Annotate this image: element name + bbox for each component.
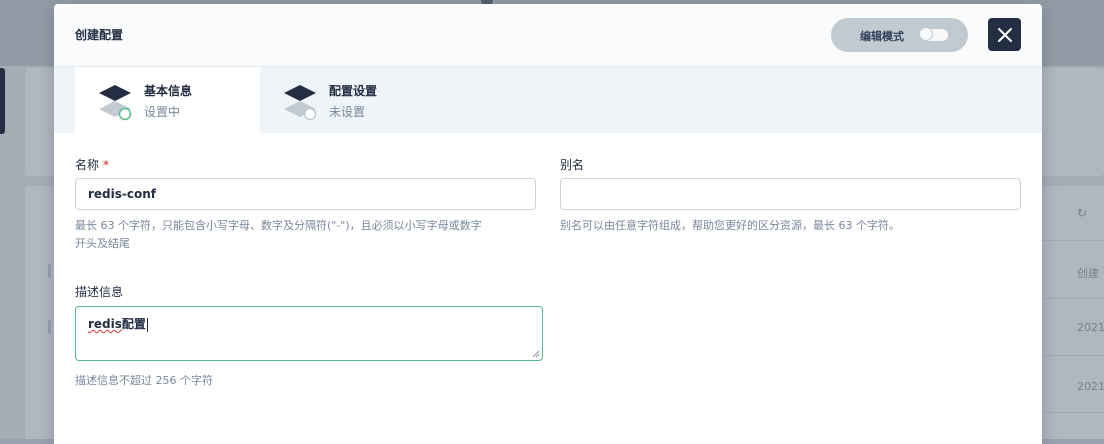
toggle-knob bbox=[919, 27, 933, 41]
steps-bar: 基本信息 设置中 配置设置 未设置 bbox=[54, 67, 1042, 133]
name-label: 名称 * bbox=[75, 158, 110, 172]
name-input[interactable]: redis-conf bbox=[75, 178, 536, 210]
step-basic-info[interactable]: 基本信息 设置中 bbox=[75, 67, 260, 133]
background-column-header: 创建 bbox=[1077, 267, 1099, 280]
background-nav-indicator bbox=[0, 68, 5, 134]
description-textarea[interactable]: redis配置 bbox=[75, 306, 543, 361]
resize-handle-icon[interactable] bbox=[531, 349, 540, 358]
step-status: 设置中 bbox=[144, 105, 181, 119]
description-label: 描述信息 bbox=[75, 285, 124, 299]
layers-icon bbox=[99, 85, 132, 121]
background-row-divider bbox=[1042, 298, 1104, 299]
close-icon bbox=[997, 27, 1012, 42]
background-row-divider bbox=[1042, 240, 1104, 241]
modal-title: 创建配置 bbox=[75, 28, 124, 42]
close-button[interactable] bbox=[988, 18, 1021, 51]
step-config-settings[interactable]: 配置设置 未设置 bbox=[260, 67, 460, 133]
text-caret bbox=[146, 317, 148, 332]
spellcheck-word: redis bbox=[88, 317, 122, 331]
background-row-marker bbox=[48, 264, 51, 278]
required-mark: * bbox=[103, 158, 110, 172]
edit-mode-toggle-button[interactable]: 编辑模式 bbox=[831, 18, 968, 52]
step-name: 基本信息 bbox=[144, 84, 193, 98]
background-cell-date: 2021 bbox=[1077, 380, 1104, 393]
edit-mode-label: 编辑模式 bbox=[860, 30, 904, 43]
background-cell-date: 2021 bbox=[1077, 321, 1104, 334]
toggle-switch[interactable] bbox=[919, 27, 948, 41]
create-config-modal: 创建配置 编辑模式 基本信息 设置中 配置设置 未设置 名称 * redis-c… bbox=[54, 4, 1042, 444]
description-hint: 描述信息不超过 256 个字符 bbox=[75, 374, 213, 387]
alias-input[interactable] bbox=[560, 178, 1021, 210]
step-status: 未设置 bbox=[329, 105, 366, 119]
background-row-marker bbox=[48, 320, 51, 334]
modal-header: 创建配置 编辑模式 bbox=[54, 4, 1042, 67]
name-hint: 最长 63 个字符，只能包含小写字母、数字及分隔符("-")，且必须以小写字母或… bbox=[75, 219, 482, 250]
layers-icon bbox=[284, 85, 317, 121]
step-name: 配置设置 bbox=[329, 84, 378, 98]
background-row-divider bbox=[1042, 355, 1104, 356]
background-refresh-icon: ↻ bbox=[1077, 206, 1088, 220]
background-row-divider bbox=[1042, 412, 1104, 413]
alias-label: 别名 bbox=[560, 158, 585, 172]
alias-hint: 别名可以由任意字符组成，帮助您更好的区分资源，最长 63 个字符。 bbox=[560, 219, 900, 232]
